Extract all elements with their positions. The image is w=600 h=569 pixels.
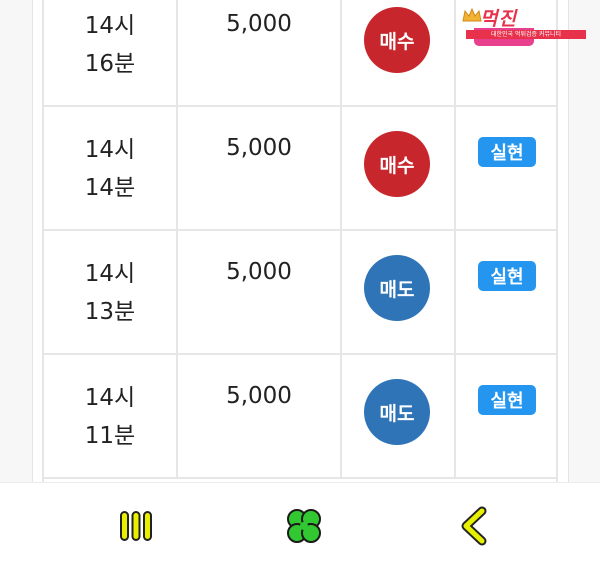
- status-cell: 실현: [456, 107, 556, 229]
- sell-button[interactable]: 매도: [364, 255, 430, 321]
- home-button[interactable]: [279, 501, 329, 551]
- left-margin: [0, 0, 33, 482]
- buy-button[interactable]: 매수: [364, 7, 430, 73]
- table-row[interactable]: 14시 11분 5,000 매도 실현: [44, 355, 556, 479]
- bottom-navigation: [0, 482, 600, 569]
- sell-button[interactable]: 매도: [364, 379, 430, 445]
- crown-icon: [462, 7, 482, 22]
- watermark-title: 먹진: [480, 8, 517, 30]
- status-cell: 실현: [456, 231, 556, 353]
- action-cell: 매도: [342, 355, 456, 477]
- action-cell: 매도: [342, 231, 456, 353]
- watermark-subtitle: 대한민국 먹튀검증 커뮤니티: [466, 30, 586, 39]
- time-cell: 14시 14분: [44, 107, 178, 229]
- realized-badge[interactable]: 실현: [478, 137, 536, 167]
- right-margin: [568, 0, 600, 482]
- amount-cell: 5,000: [178, 0, 342, 105]
- realized-badge[interactable]: 실현: [478, 385, 536, 415]
- amount-value: 5,000: [226, 135, 292, 161]
- time-hour: 14시: [84, 385, 136, 411]
- table-row[interactable]: 14시 13분 5,000 매도 실현: [44, 231, 556, 355]
- table-row[interactable]: 14시 14분 5,000 매수 실현: [44, 107, 556, 231]
- action-cell: 매수: [342, 107, 456, 229]
- clover-icon: [287, 509, 321, 543]
- time-cell: 14시 16분: [44, 0, 178, 105]
- amount-cell: 5,000: [178, 355, 342, 477]
- time-hour: 14시: [84, 261, 136, 287]
- back-icon: [461, 506, 487, 546]
- trade-history-table: 14시 16분 5,000 매수 14시 14분 5,000 매수 실현 14시 13…: [42, 0, 558, 482]
- amount-cell: 5,000: [178, 107, 342, 229]
- menu-icon: [120, 511, 152, 541]
- amount-cell: 5,000: [178, 231, 342, 353]
- time-minute: 13분: [84, 299, 136, 325]
- realized-badge[interactable]: 실현: [478, 261, 536, 291]
- watermark-logo: 먹진 대한민국 먹튀검증 커뮤니티: [462, 4, 590, 39]
- time-hour: 14시: [84, 13, 136, 39]
- time-hour: 14시: [84, 137, 136, 163]
- action-cell: 매수: [342, 0, 456, 105]
- buy-button[interactable]: 매수: [364, 131, 430, 197]
- amount-value: 5,000: [226, 383, 292, 409]
- time-cell: 14시 11분: [44, 355, 178, 477]
- time-minute: 11분: [84, 423, 136, 449]
- status-cell: 실현: [456, 355, 556, 477]
- back-button[interactable]: [450, 501, 500, 551]
- time-cell: 14시 13분: [44, 231, 178, 353]
- amount-value: 5,000: [226, 11, 292, 37]
- menu-button[interactable]: [111, 501, 161, 551]
- amount-value: 5,000: [226, 259, 292, 285]
- time-minute: 16분: [84, 51, 136, 77]
- time-minute: 14분: [84, 175, 136, 201]
